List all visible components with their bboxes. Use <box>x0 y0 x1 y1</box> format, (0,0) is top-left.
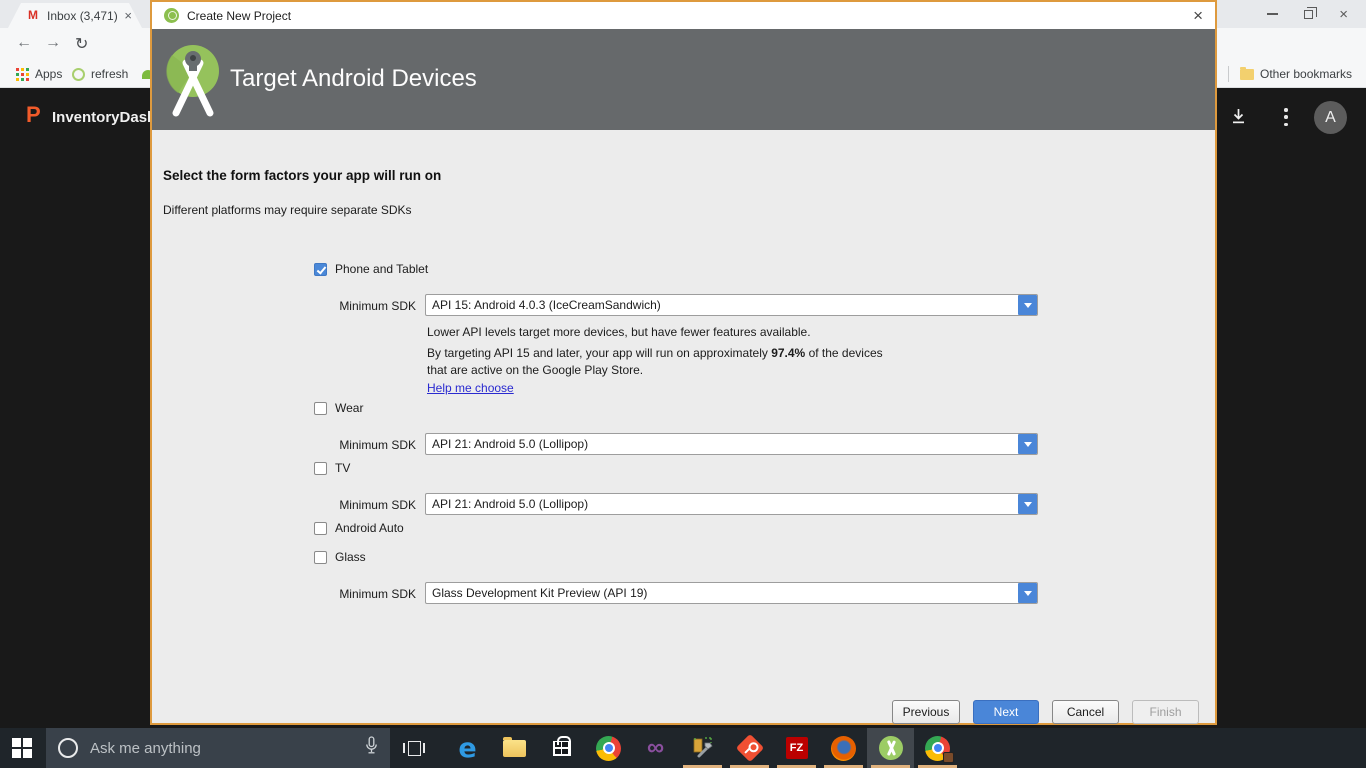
dialog-close-icon[interactable]: × <box>1193 7 1203 24</box>
taskbar-visual-studio-icon[interactable]: ∞ <box>632 728 679 768</box>
tv-label: TV <box>335 461 351 475</box>
taskbar-chrome-profile-icon[interactable] <box>914 728 961 768</box>
dropdown-arrow-icon[interactable] <box>1018 434 1037 454</box>
device-percentage: 97.4% <box>771 346 806 360</box>
microphone-icon[interactable] <box>365 736 378 760</box>
android-auto-label: Android Auto <box>335 521 404 535</box>
wear-sdk-dropdown[interactable]: API 21: Android 5.0 (Lollipop) <box>425 433 1038 455</box>
download-icon[interactable] <box>1230 108 1247 130</box>
apps-grid-icon <box>16 67 29 81</box>
min-sdk-label: Minimum SDK <box>339 498 416 512</box>
android-studio-logo <box>164 43 222 130</box>
glass-sdk-dropdown[interactable]: Glass Development Kit Preview (API 19) <box>425 582 1038 604</box>
android-studio-icon <box>164 8 179 23</box>
next-button[interactable]: Next <box>973 700 1039 724</box>
checkbox-row-glass[interactable]: Glass <box>314 550 366 564</box>
hint-line-3: that are active on the Google Play Store… <box>427 363 644 377</box>
tv-sdk-value: API 21: Android 5.0 (Lollipop) <box>432 497 589 511</box>
site-title: InventoryDashb <box>52 109 166 126</box>
wizard-body: Select the form factors your app will ru… <box>152 130 1215 723</box>
tab-title: Inbox (3,471) - <box>47 8 121 23</box>
search-placeholder: Ask me anything <box>90 739 201 757</box>
taskbar-filezilla-icon[interactable]: FZ <box>773 728 820 768</box>
refresh-bookmark-label: refresh <box>91 67 129 81</box>
dropdown-arrow-icon[interactable] <box>1018 295 1037 315</box>
chrome-profile-badge <box>943 752 954 763</box>
start-button[interactable] <box>12 738 32 758</box>
tab-close-icon[interactable]: × <box>124 9 132 22</box>
wizard-step-title: Target Android Devices <box>230 65 477 92</box>
taskbar-file-explorer-icon[interactable] <box>491 728 538 768</box>
apps-label: Apps <box>35 67 63 81</box>
tv-sdk-dropdown[interactable]: API 21: Android 5.0 (Lollipop) <box>425 493 1038 515</box>
dropdown-arrow-icon[interactable] <box>1018 494 1037 514</box>
taskbar-firefox-icon[interactable] <box>820 728 867 768</box>
help-me-choose-link[interactable]: Help me choose <box>427 381 514 395</box>
phone-checkbox[interactable] <box>314 262 327 276</box>
window-minimize-icon[interactable] <box>1267 13 1279 15</box>
dropdown-arrow-icon[interactable] <box>1018 583 1037 603</box>
site-logo[interactable]: P <box>26 102 41 128</box>
checkbox-row-tv[interactable]: TV <box>314 461 350 475</box>
dialog-title: Create New Project <box>187 8 292 23</box>
form-heading: Select the form factors your app will ru… <box>163 168 442 183</box>
folder-icon <box>1240 66 1254 80</box>
taskbar-chrome-icon[interactable] <box>585 728 632 768</box>
wear-checkbox[interactable] <box>314 401 327 415</box>
cortana-icon <box>58 738 78 758</box>
bookmarks-divider <box>1228 66 1229 82</box>
cancel-button[interactable]: Cancel <box>1052 700 1119 724</box>
bookmark-refresh[interactable]: refresh <box>72 60 128 88</box>
apps-shortcut[interactable]: Apps <box>16 60 62 88</box>
forward-icon[interactable]: → <box>45 34 61 52</box>
back-icon[interactable]: ← <box>16 34 32 52</box>
create-new-project-dialog: Create New Project × Target Android Devi… <box>150 0 1217 725</box>
finish-button[interactable]: Finish <box>1132 700 1199 724</box>
phone-sdk-value: API 15: Android 4.0.3 (IceCreamSandwich) <box>432 298 661 312</box>
gmail-favicon <box>28 8 41 22</box>
phone-sdk-dropdown[interactable]: API 15: Android 4.0.3 (IceCreamSandwich) <box>425 294 1038 316</box>
pinned-apps: e ∞ FZ <box>444 728 961 768</box>
checkbox-row-wear[interactable]: Wear <box>314 401 363 415</box>
glass-label: Glass <box>335 550 366 564</box>
cortana-search[interactable]: Ask me anything <box>46 728 390 768</box>
android-auto-checkbox[interactable] <box>314 521 327 535</box>
wear-label: Wear <box>335 401 364 415</box>
tv-checkbox[interactable] <box>314 461 327 475</box>
taskbar-android-studio-icon[interactable] <box>867 728 914 768</box>
screen: Inbox (3,471) - × × ← → ↻ Secure ☆ ⬆ <box>0 0 1366 768</box>
other-bookmarks-label: Other bookmarks <box>1260 67 1353 81</box>
taskbar-git-icon[interactable] <box>726 728 773 768</box>
browser-tab-gmail[interactable]: Inbox (3,471) - × <box>8 3 142 28</box>
hint-line-2: By targeting API 15 and later, your app … <box>427 346 883 360</box>
phone-label: Phone and Tablet <box>335 262 429 276</box>
wizard-header: Target Android Devices <box>152 29 1215 130</box>
taskbar: Ask me anything e ∞ FZ ∧ <box>0 728 1366 768</box>
window-close-icon[interactable]: × <box>1339 7 1348 22</box>
other-bookmarks[interactable]: Other bookmarks <box>1240 60 1352 88</box>
refresh-bookmark-icon <box>72 67 85 81</box>
hint-line-1: Lower API levels target more devices, bu… <box>427 325 811 339</box>
min-sdk-label: Minimum SDK <box>339 438 416 452</box>
taskbar-edge-icon[interactable]: e <box>444 728 491 768</box>
min-sdk-label: Minimum SDK <box>339 587 416 601</box>
glass-sdk-value: Glass Development Kit Preview (API 19) <box>432 586 648 600</box>
window-controls: × <box>1267 0 1366 28</box>
task-view-button[interactable] <box>403 740 425 756</box>
taskbar-store-icon[interactable] <box>538 728 585 768</box>
avatar[interactable]: A <box>1314 101 1347 134</box>
min-sdk-label: Minimum SDK <box>339 299 416 313</box>
checkbox-row-phone[interactable]: Phone and Tablet <box>314 262 428 276</box>
checkbox-row-auto[interactable]: Android Auto <box>314 521 404 535</box>
wear-sdk-value: API 21: Android 5.0 (Lollipop) <box>432 437 589 451</box>
glass-checkbox[interactable] <box>314 550 327 564</box>
previous-button[interactable]: Previous <box>892 700 960 724</box>
reload-icon[interactable]: ↻ <box>75 34 88 54</box>
dialog-title-bar[interactable]: Create New Project × <box>152 2 1215 29</box>
more-menu-icon[interactable] <box>1284 108 1288 126</box>
taskbar-build-tools-icon[interactable] <box>679 728 726 768</box>
form-subheading: Different platforms may require separate… <box>163 203 412 217</box>
window-restore-icon[interactable] <box>1304 6 1318 19</box>
